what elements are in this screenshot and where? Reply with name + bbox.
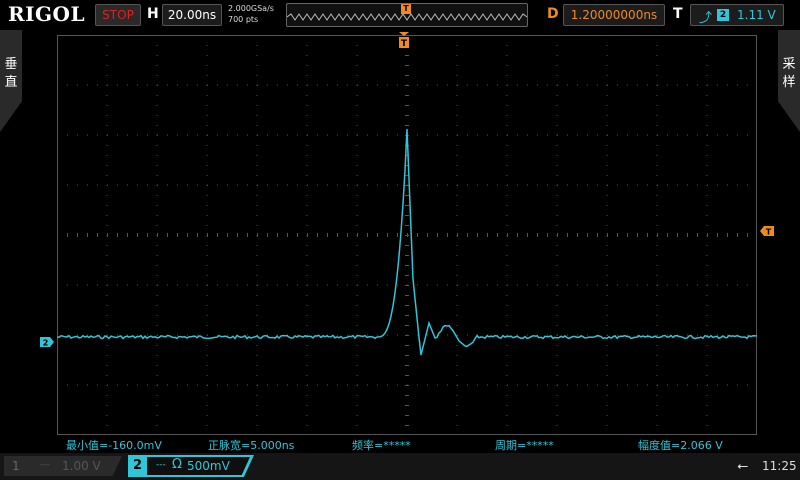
trigger-level-marker[interactable]: T [760,226,774,236]
ch1-number: 1 [12,459,20,473]
timebase-value: 20.00ns [167,8,217,22]
acquire-tab-char-1: 采 [782,57,796,72]
measurement-pos-width: 正脉宽=5.000ns [208,439,295,452]
system-clock: 11:25 [762,459,797,473]
trigger-control[interactable]: ⤴ 2 1.11 V [690,4,784,26]
vertical-menu-tab[interactable]: 垂 直 [0,30,22,132]
ch1-coupling-icon: --- [40,460,50,470]
vertical-tab-char-2: 直 [4,75,18,90]
run-state-label: STOP [102,8,134,22]
ch2-scale: 500mV [187,459,230,473]
top-status-bar: RIGOL STOP H 20.00ns 2.000GSa/s 700 pts … [0,0,800,30]
acquisition-info: 2.000GSa/s 700 pts [228,3,274,25]
memory-overview[interactable]: T [286,3,528,27]
ch2-number: 2 [133,458,143,473]
ch2-waveform [57,128,757,356]
trigger-source: 2 [717,9,729,21]
trigger-level-value: 1.11 V [737,8,776,22]
memory-depth: 700 pts [228,15,259,24]
timebase-control[interactable]: 20.00ns [162,4,222,26]
brand-logo: RIGOL [8,2,86,26]
delay-value: 1.20000000ns [570,8,658,22]
rising-edge-icon: ⤴ [699,11,713,26]
sample-rate: 2.000GSa/s [228,4,274,13]
memory-waveform-icon [287,13,527,21]
graticule [57,35,757,435]
ch2-ground-marker-label: 2 [43,339,49,348]
trigger-time-marker-label: T [401,39,408,49]
acquire-menu-tab[interactable]: 采 样 [778,30,800,132]
trigger-position-marker: T [401,4,411,14]
ch1-scale: 1.00 V [62,459,101,473]
measurement-amplitude: 幅度值=2.066 V [638,439,723,452]
measurement-min: 最小值=-160.0mV [66,439,162,452]
trigger-time-marker[interactable]: T [398,32,410,50]
delay-label: D [547,6,559,22]
measurement-frequency: 频率=***** [352,439,411,452]
ch2-ground-marker[interactable]: 2 [40,337,54,347]
trigger-level-marker-label: T [766,228,772,237]
acquire-tab-char-2: 样 [782,75,796,90]
ch2-impedance-icon: Ω [172,457,182,472]
horizontal-label: H [147,6,159,22]
delay-control[interactable]: 1.20000000ns [563,4,665,26]
usb-icon: ⭠ [737,458,749,474]
ch2-coupling-icon: --- [156,460,166,470]
trigger-label: T [673,6,683,22]
vertical-tab-char-1: 垂 [4,57,18,72]
run-stop-button[interactable]: STOP [95,4,141,26]
waveform-display[interactable] [57,35,757,435]
measurement-period: 周期=***** [495,439,554,452]
